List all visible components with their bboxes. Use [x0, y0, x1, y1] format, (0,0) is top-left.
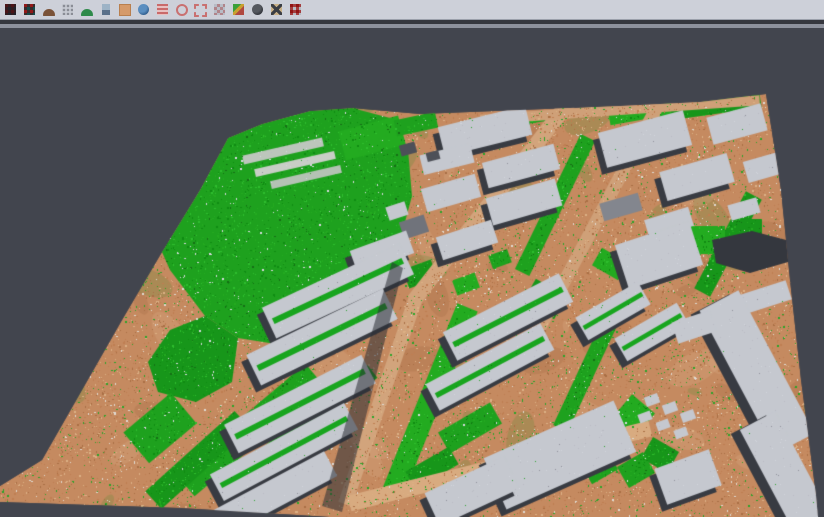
terrain-brown-icon[interactable]	[39, 1, 58, 18]
circle-select-icon[interactable]	[172, 1, 191, 18]
3d-viewport[interactable]	[0, 28, 824, 517]
dark-sphere-icon-glyph	[252, 4, 263, 15]
grid-cells-icon[interactable]	[210, 1, 229, 18]
grid-cells-icon-glyph	[214, 4, 225, 15]
point-dots-icon[interactable]	[58, 1, 77, 18]
hourglass-tool-icon[interactable]	[267, 1, 286, 18]
dark-sphere-icon[interactable]	[248, 1, 267, 18]
layer-stack-icon-glyph	[157, 4, 168, 15]
toolbar	[0, 0, 824, 20]
ortho-view-icon[interactable]	[115, 1, 134, 18]
terrain-brown-icon-glyph	[43, 9, 55, 16]
ortho-view-icon-glyph	[119, 4, 131, 16]
flag-red-icon-glyph	[290, 4, 301, 15]
globe-3d-icon-glyph	[138, 4, 149, 15]
classify-points-icon[interactable]	[1, 1, 20, 18]
layer-stack-icon[interactable]	[153, 1, 172, 18]
move-points-icon-glyph	[24, 4, 35, 15]
terrain-green-icon-glyph	[81, 9, 93, 16]
pointcloud-scene-canvas[interactable]	[0, 28, 824, 517]
point-dots-icon-glyph	[62, 4, 73, 15]
hourglass-tool-icon-glyph	[271, 4, 282, 15]
classification-colors-icon[interactable]	[229, 1, 248, 18]
circle-select-icon-glyph	[176, 4, 188, 16]
move-points-icon[interactable]	[20, 1, 39, 18]
classify-points-icon-glyph	[5, 4, 16, 15]
profile-view-icon-glyph	[102, 4, 110, 15]
profile-view-icon[interactable]	[96, 1, 115, 18]
rect-select-icon[interactable]	[191, 1, 210, 18]
application-window	[0, 0, 824, 517]
rect-select-icon-glyph	[194, 4, 207, 17]
globe-3d-icon[interactable]	[134, 1, 153, 18]
flag-red-icon[interactable]	[286, 1, 305, 18]
terrain-green-icon[interactable]	[77, 1, 96, 18]
classification-colors-icon-glyph	[233, 4, 244, 15]
